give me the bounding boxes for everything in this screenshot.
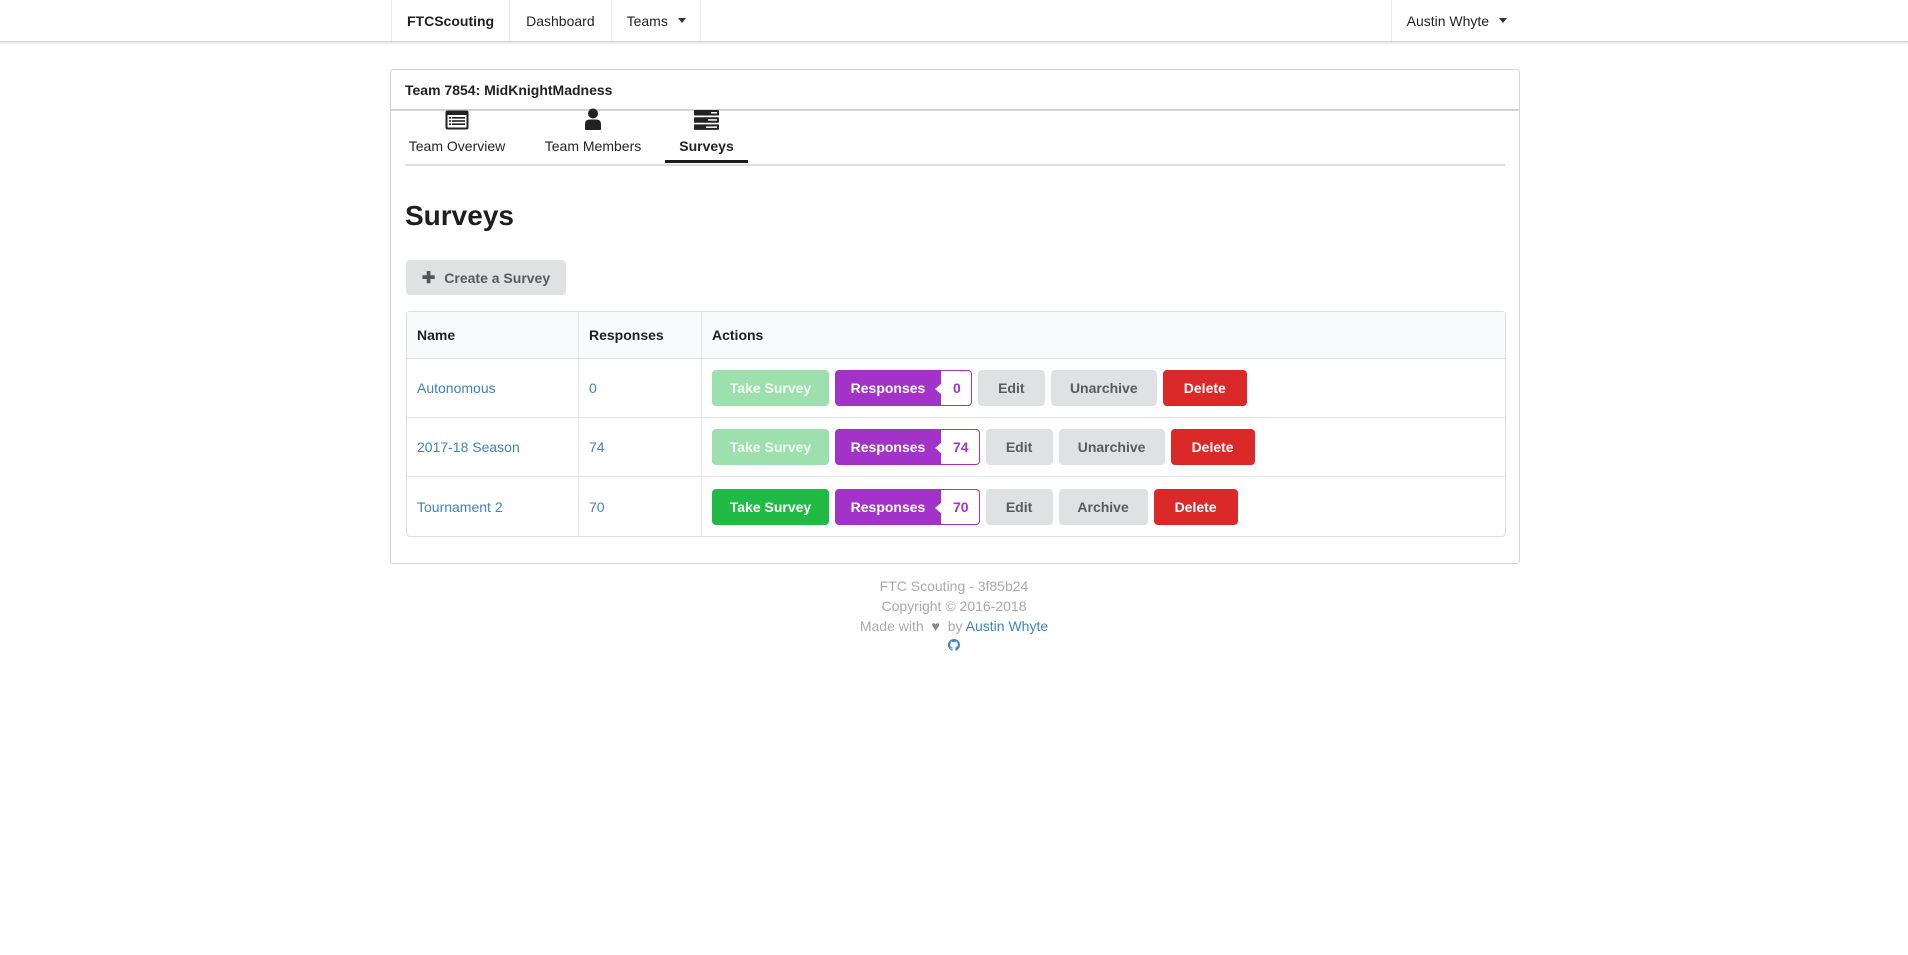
user-icon [585,108,601,130]
responses-button[interactable]: Responses [835,370,941,406]
survey-responses-link[interactable]: 74 [589,439,605,455]
team-tabs: Team Overview Team Members Surveys [405,108,1505,166]
responses-labeled-button[interactable]: Responses 74 [835,429,980,465]
header-actions: Actions [701,312,1505,359]
tab-label: Team Overview [408,138,506,154]
nav-spacer [701,0,1392,41]
take-survey-button[interactable]: Take Survey [712,488,829,525]
table-row: Autonomous 0 Take Survey Responses 0 Edi… [407,359,1505,418]
nav-user-label: Austin Whyte [1406,12,1490,29]
survey-name-link[interactable]: Tournament 2 [417,499,503,515]
team-card: Team 7854: MidKnightMadness Team Overvie… [390,69,1520,564]
by-text: by [947,618,963,634]
footer-made-with: Made with ♥ by Austin Whyte [0,616,1908,636]
surveys-table: Name Responses Actions Autonomous 0 Take… [406,311,1506,537]
survey-name-link[interactable]: 2017-18 Season [417,439,520,455]
top-menu: FTCScouting Dashboard Teams Austin Whyte [0,0,1908,42]
edit-button[interactable]: Edit [977,370,1045,406]
unarchive-button[interactable]: Unarchive [1058,429,1165,465]
create-survey-label: Create a Survey [444,269,551,286]
responses-labeled-button[interactable]: Responses 70 [835,488,980,525]
tab-label: Surveys [679,138,734,154]
nav-dashboard[interactable]: Dashboard [510,0,612,41]
edit-button[interactable]: Edit [985,429,1053,465]
responses-labeled-button[interactable]: Responses 0 [835,370,972,406]
page-title: Surveys [405,200,514,231]
header-name: Name [407,312,578,359]
delete-button[interactable]: Delete [1153,488,1238,525]
footer-version: FTC Scouting - 3f85b24 [879,578,1029,594]
made-with-text: Made with [859,618,924,634]
create-survey-button[interactable]: ✚ Create a Survey [406,260,566,295]
row-actions: Take Survey Responses 70 Edit Archive De… [712,488,1495,525]
server-icon [694,110,719,130]
responses-button[interactable]: Responses [835,429,941,465]
row-actions: Take Survey Responses 0 Edit Unarchive D… [712,370,1495,406]
heart-icon: ♥ [931,618,940,634]
table-row: 2017-18 Season 74 Take Survey Responses … [407,418,1505,477]
tab-team-overview[interactable]: Team Overview [406,104,508,160]
responses-button[interactable]: Responses [835,488,941,525]
responses-count-label: 74 [935,429,980,465]
delete-button[interactable]: Delete [1170,429,1255,465]
nav-teams-dropdown[interactable]: Teams [612,0,701,41]
footer: FTC Scouting - 3f85b24 Copyright © 2016-… [0,576,1908,656]
nav-brand[interactable]: FTCScouting [391,0,511,41]
table-row: Tournament 2 70 Take Survey Responses 70… [407,477,1505,536]
plus-icon: ✚ [421,269,436,287]
responses-count-label: 0 [935,370,972,406]
github-icon[interactable] [948,639,960,651]
header-responses: Responses [578,312,701,359]
nav-teams-label: Teams [626,12,668,29]
author-link[interactable]: Austin Whyte [966,618,1048,634]
tab-label: Team Members [544,138,642,154]
nav-user-dropdown[interactable]: Austin Whyte [1392,0,1522,41]
tab-surveys[interactable]: Surveys [665,104,748,163]
survey-responses-link[interactable]: 0 [589,380,597,396]
row-actions: Take Survey Responses 74 Edit Unarchive … [712,429,1495,465]
chevron-down-icon [677,18,686,23]
tab-team-members[interactable]: Team Members [524,104,662,160]
table-header-row: Name Responses Actions [407,312,1505,359]
list-alt-icon [445,110,469,130]
chevron-down-icon [1499,18,1508,23]
take-survey-button[interactable]: Take Survey [712,370,829,406]
survey-responses-link[interactable]: 70 [589,499,605,515]
footer-copyright: Copyright © 2016-2018 [881,598,1027,614]
unarchive-button[interactable]: Unarchive [1050,370,1157,406]
responses-count-label: 70 [935,488,980,525]
survey-name-link[interactable]: Autonomous [417,380,496,396]
take-survey-button[interactable]: Take Survey [712,429,829,465]
edit-button[interactable]: Edit [985,488,1053,525]
delete-button[interactable]: Delete [1162,370,1247,406]
archive-button[interactable]: Archive [1058,488,1148,525]
